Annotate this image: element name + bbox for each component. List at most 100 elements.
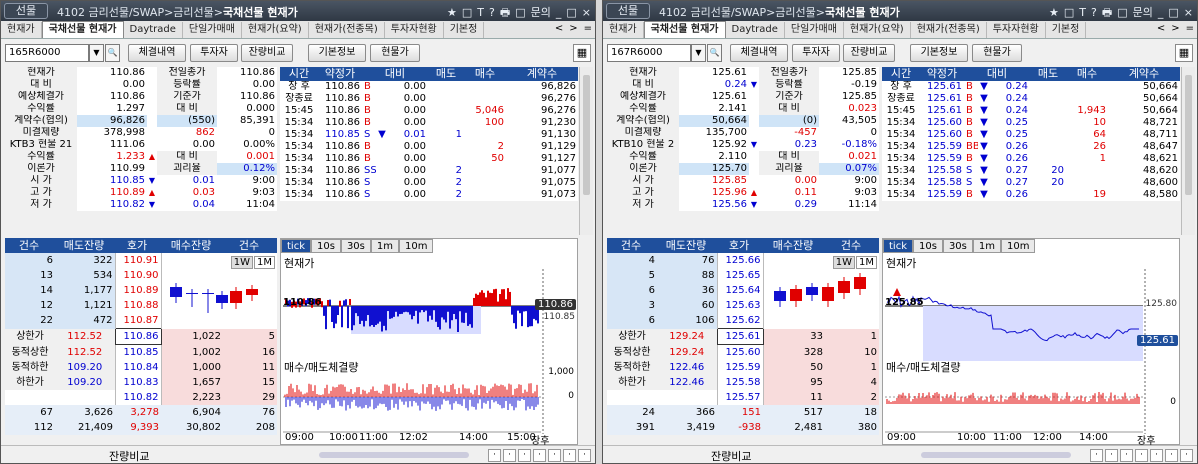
bid-price[interactable]: 110.84 bbox=[114, 360, 162, 375]
chart-tab[interactable]: tick bbox=[281, 239, 311, 253]
ask-qty[interactable]: 88 bbox=[657, 268, 717, 283]
ask-qty[interactable]: 36 bbox=[657, 283, 717, 298]
inquiry-button[interactable]: 문의 bbox=[1133, 6, 1153, 19]
chart-tab[interactable]: 30s bbox=[340, 239, 371, 253]
code-dropdown-icon[interactable]: ▼ bbox=[89, 44, 104, 62]
inquiry-button[interactable]: 문의 bbox=[531, 6, 551, 19]
basic-info-button[interactable]: 기본정보 bbox=[308, 44, 366, 62]
bid-qty[interactable]: 2,223 bbox=[161, 390, 223, 405]
tick-col-header[interactable]: 약정가 bbox=[318, 67, 362, 81]
edit-icon[interactable]: · bbox=[548, 449, 561, 462]
bid-price[interactable]: 125.60 bbox=[716, 344, 764, 360]
bid-price[interactable]: 110.83 bbox=[114, 375, 162, 390]
edit-icon[interactable]: · bbox=[1150, 449, 1163, 462]
ask-price[interactable]: 125.63 bbox=[716, 298, 764, 313]
layout-icon[interactable]: · bbox=[1180, 449, 1193, 462]
chart-tab[interactable]: 1m bbox=[972, 239, 1001, 253]
chart-tab[interactable]: 30s bbox=[942, 239, 973, 253]
search-icon[interactable]: 🔍 bbox=[105, 44, 120, 62]
tab-item[interactable]: 현재가(요약) bbox=[242, 22, 309, 38]
print-icon[interactable]: 🖶 bbox=[1102, 6, 1112, 19]
investor-button[interactable]: 투자자 bbox=[190, 44, 238, 62]
bid-price[interactable]: 125.57 bbox=[716, 390, 764, 405]
ask-qty[interactable]: 1,121 bbox=[55, 298, 115, 313]
bid-price[interactable]: 125.61 bbox=[716, 328, 764, 345]
window-icon[interactable]: □ bbox=[1064, 6, 1074, 19]
ask-price[interactable]: 110.88 bbox=[114, 298, 162, 313]
ask-price[interactable]: 125.65 bbox=[716, 268, 764, 283]
help-icon[interactable]: ? bbox=[1091, 6, 1097, 19]
tab-item[interactable]: 투자자현황 bbox=[385, 22, 444, 38]
ask-qty[interactable]: 60 bbox=[657, 298, 717, 313]
bid-qty[interactable]: 95 bbox=[763, 375, 825, 390]
tab-item[interactable]: 기본정 bbox=[1046, 22, 1087, 38]
spot-price-button[interactable]: 현물가 bbox=[370, 44, 420, 62]
ask-qty[interactable]: 534 bbox=[55, 268, 115, 283]
tab-next-icon[interactable]: > bbox=[1171, 23, 1179, 34]
tab-list-icon[interactable]: = bbox=[584, 23, 592, 34]
bid-price[interactable]: 110.85 bbox=[114, 344, 162, 360]
edit-icon[interactable]: · bbox=[533, 449, 546, 462]
tick-col-header[interactable]: 매수 bbox=[464, 67, 506, 81]
zoom-icon[interactable]: · bbox=[488, 449, 501, 462]
tab-item[interactable]: 현재가 bbox=[1, 22, 42, 38]
code-input[interactable]: 165R6000 bbox=[5, 44, 89, 62]
tick-col-header[interactable]: 대비 bbox=[964, 67, 1030, 81]
print-icon[interactable]: 🖶 bbox=[500, 6, 510, 19]
bid-price[interactable]: 110.82 bbox=[114, 390, 162, 405]
tab-item[interactable]: Daytrade bbox=[124, 22, 183, 38]
tab-item[interactable]: 현재가(전종목) bbox=[911, 22, 987, 38]
bid-qty[interactable]: 1,657 bbox=[161, 375, 223, 390]
tab-item[interactable]: 투자자현황 bbox=[987, 22, 1046, 38]
bid-qty[interactable]: 33 bbox=[763, 328, 825, 345]
minimize-icon[interactable]: _ bbox=[556, 6, 562, 19]
chart-tab[interactable]: tick bbox=[883, 239, 913, 253]
status-label[interactable]: 잔량비교 bbox=[109, 448, 149, 463]
window-badge[interactable]: 선물 bbox=[4, 3, 48, 19]
intraday-chart[interactable]: tick 10s 30s 1m 10m 현재가 매수/매도체결량 125.85 125.61 12… bbox=[882, 238, 1180, 447]
tick-scrollbar[interactable] bbox=[579, 67, 593, 235]
tab-item[interactable]: 현재가(요약) bbox=[844, 22, 911, 38]
edit-icon[interactable]: · bbox=[1135, 449, 1148, 462]
tab-list-icon[interactable]: = bbox=[1186, 23, 1194, 34]
trade-history-button[interactable]: 체결내역 bbox=[730, 44, 788, 62]
intraday-chart[interactable]: tick 10s 30s 1m 10m 현재가 매수/매도체결량 110.86 110.86 11… bbox=[280, 238, 578, 447]
ask-qty[interactable]: 76 bbox=[657, 253, 717, 268]
trade-history-button[interactable]: 체결내역 bbox=[128, 44, 186, 62]
favorite-icon[interactable]: ★ bbox=[447, 6, 457, 19]
tick-scrollbar[interactable] bbox=[1181, 67, 1195, 235]
window-badge[interactable]: 선물 bbox=[606, 3, 650, 19]
font-icon[interactable]: T bbox=[1079, 6, 1086, 19]
ask-price[interactable]: 125.62 bbox=[716, 313, 764, 329]
tick-col-header[interactable]: 시간 bbox=[280, 67, 318, 81]
tab-prev-icon[interactable]: < bbox=[555, 23, 563, 34]
tick-col-header[interactable]: 시간 bbox=[882, 67, 920, 81]
search-icon[interactable]: 🔍 bbox=[707, 44, 722, 62]
bid-qty[interactable]: 328 bbox=[763, 344, 825, 360]
code-input[interactable]: 167R6000 bbox=[607, 44, 691, 62]
settings-icon[interactable]: · bbox=[1105, 449, 1118, 462]
zoom-icon[interactable]: · bbox=[1090, 449, 1103, 462]
ask-qty[interactable]: 106 bbox=[657, 313, 717, 329]
grid-icon[interactable]: ▦ bbox=[573, 44, 591, 62]
tick-col-header[interactable]: 계약수 bbox=[506, 67, 578, 81]
tab-next-icon[interactable]: > bbox=[569, 23, 577, 34]
bid-price[interactable]: 110.86 bbox=[114, 328, 162, 345]
print-icon[interactable]: · bbox=[1120, 449, 1133, 462]
chart-scroll[interactable] bbox=[921, 452, 1071, 458]
spot-price-button[interactable]: 현물가 bbox=[972, 44, 1022, 62]
font-icon[interactable]: T bbox=[477, 6, 484, 19]
close-icon[interactable]: × bbox=[1184, 6, 1193, 19]
maximize-icon[interactable]: □ bbox=[566, 6, 576, 19]
code-dropdown-icon[interactable]: ▼ bbox=[691, 44, 706, 62]
chart-tab[interactable]: 10m bbox=[1000, 239, 1036, 253]
ask-price[interactable]: 125.64 bbox=[716, 283, 764, 298]
tab-prev-icon[interactable]: < bbox=[1157, 23, 1165, 34]
minimize-icon[interactable]: _ bbox=[1158, 6, 1164, 19]
chart-tab[interactable]: 10m bbox=[398, 239, 434, 253]
tick-col-header[interactable]: 매도 bbox=[428, 67, 464, 81]
close-icon[interactable]: × bbox=[582, 6, 591, 19]
scroll-thumb[interactable] bbox=[1185, 75, 1192, 195]
chart-scroll[interactable] bbox=[319, 452, 469, 458]
tab-item[interactable]: 국채선물 현재가 bbox=[41, 21, 124, 38]
